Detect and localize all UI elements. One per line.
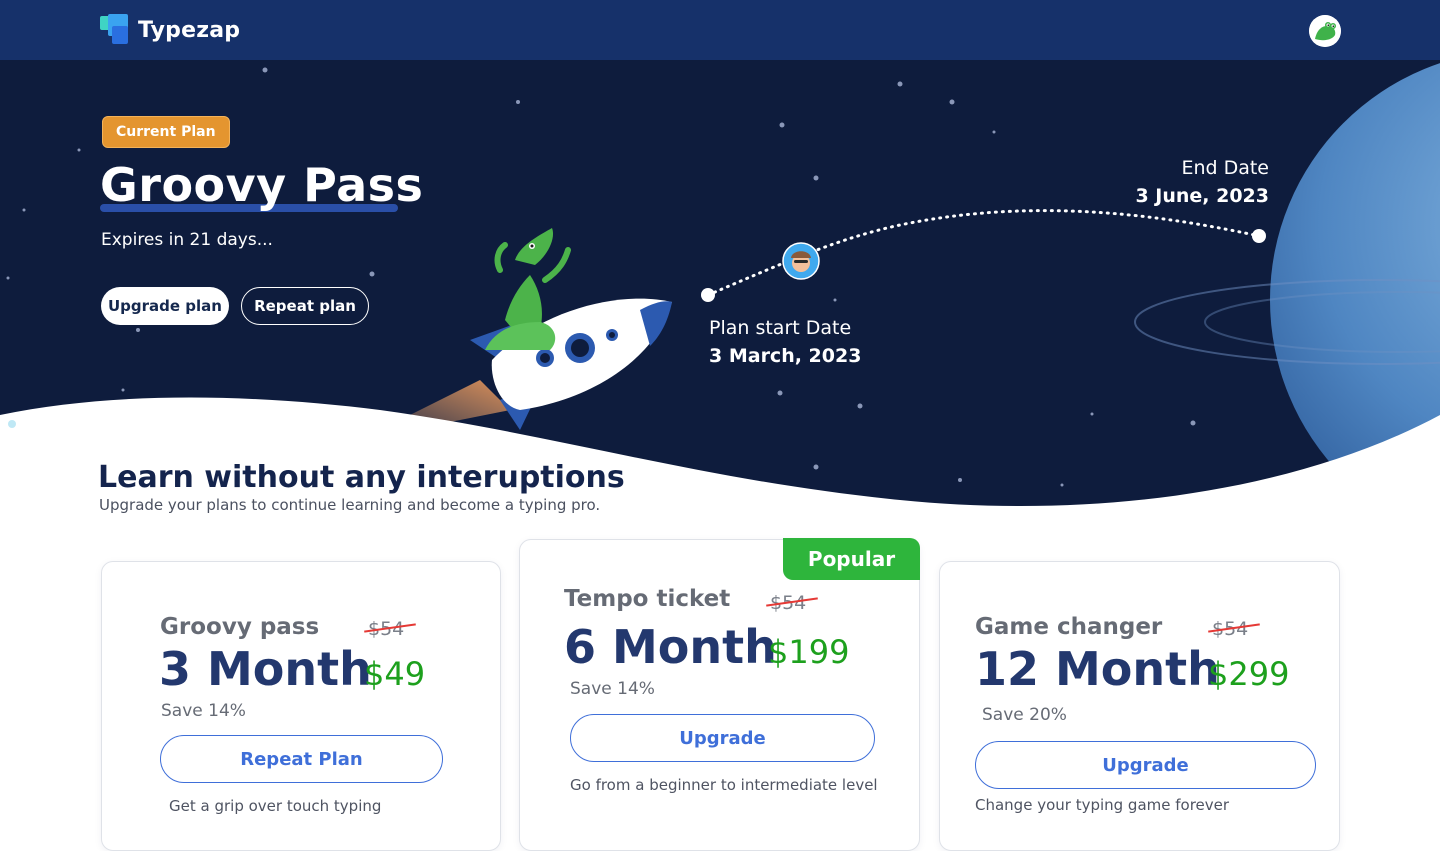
plan-price: $199 bbox=[768, 633, 850, 671]
plan-description: Change your typing game forever bbox=[975, 796, 1230, 814]
popular-tag: Popular bbox=[783, 538, 920, 580]
plan-savings: Save 14% bbox=[570, 679, 655, 699]
plan-card-game-changer: Game changer $54 12 Month $299 Save 20% … bbox=[939, 561, 1340, 851]
plan-savings: Save 20% bbox=[982, 705, 1067, 725]
end-date-label: End Date bbox=[1181, 157, 1269, 179]
plan-savings: Save 14% bbox=[161, 701, 246, 721]
plan-end-dot bbox=[1252, 229, 1266, 243]
repeat-plan-card-button[interactable]: Repeat Plan bbox=[160, 735, 443, 783]
plan-name: Game changer bbox=[975, 614, 1163, 640]
app-name: Typezap bbox=[138, 17, 241, 43]
repeat-plan-button[interactable]: Repeat plan bbox=[241, 287, 369, 325]
current-plan-badge: Current Plan bbox=[102, 116, 230, 148]
plan-price: $299 bbox=[1208, 655, 1290, 693]
plan-start-dot bbox=[701, 288, 715, 302]
typezap-logo[interactable]: Typezap bbox=[100, 14, 240, 46]
plan-expiry-text: Expires in 21 days... bbox=[101, 230, 273, 250]
plan-name: Groovy pass bbox=[160, 614, 320, 640]
crocodile-avatar-icon[interactable] bbox=[1309, 15, 1341, 47]
upgrade-game-changer-button[interactable]: Upgrade bbox=[975, 741, 1316, 789]
plan-description: Go from a beginner to intermediate level bbox=[570, 776, 878, 794]
upgrade-tempo-button[interactable]: Upgrade bbox=[570, 714, 875, 762]
end-date-value: 3 June, 2023 bbox=[1135, 185, 1269, 207]
plan-old-price: $54 bbox=[364, 618, 416, 640]
plan-duration: 3 Month bbox=[159, 642, 372, 696]
plan-price: $49 bbox=[364, 655, 426, 693]
plan-description: Get a grip over touch typing bbox=[169, 797, 382, 815]
plan-old-price: $54 bbox=[1208, 618, 1260, 640]
plan-card-groovy: Groovy pass $54 3 Month $49 Save 14% Rep… bbox=[101, 561, 501, 851]
user-progress-avatar-icon bbox=[782, 242, 820, 280]
section-subtitle: Upgrade your plans to continue learning … bbox=[99, 496, 601, 514]
plan-duration: 6 Month bbox=[564, 620, 777, 674]
typezap-logo-icon bbox=[100, 14, 132, 46]
plan-old-price: $54 bbox=[766, 592, 818, 614]
top-navigation-bar: Typezap bbox=[0, 0, 1440, 60]
current-plan-title: Groovy Pass bbox=[100, 158, 424, 212]
start-date-label: Plan start Date bbox=[709, 317, 852, 339]
start-date-value: 3 March, 2023 bbox=[709, 345, 862, 367]
plan-card-tempo: Tempo ticket $54 6 Month $199 Save 14% U… bbox=[519, 539, 920, 851]
section-title: Learn without any interuptions bbox=[98, 460, 625, 495]
plan-name: Tempo ticket bbox=[564, 586, 731, 612]
plan-duration: 12 Month bbox=[975, 642, 1220, 696]
upgrade-plan-button[interactable]: Upgrade plan bbox=[101, 287, 229, 325]
